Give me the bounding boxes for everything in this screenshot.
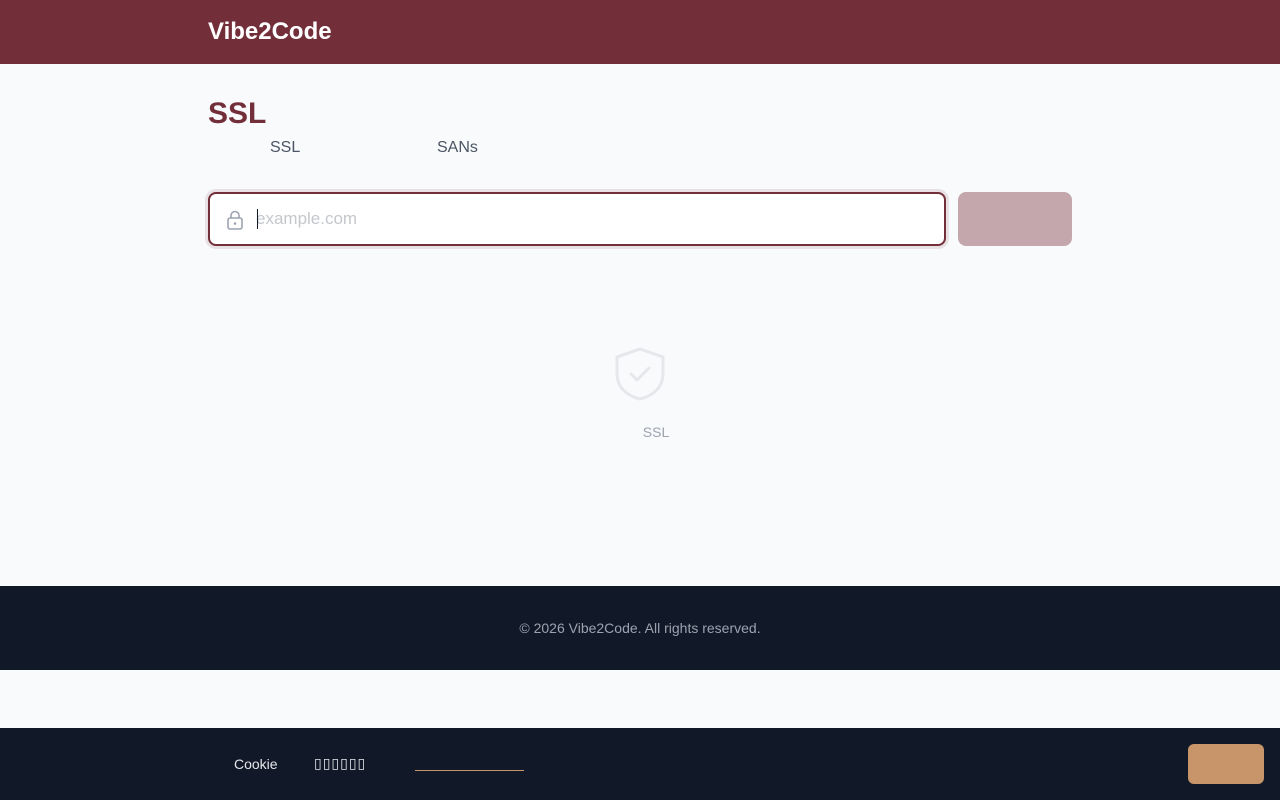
empty-state-label: SSL	[642, 424, 670, 440]
cookie-banner: Cookie ▯▯▯▯▯▯	[0, 728, 1280, 800]
page-subtitle-sans: SANs	[437, 139, 478, 156]
check-ssl-button[interactable]	[958, 192, 1072, 246]
copyright-text: © 2026 Vibe2Code. All rights reserved.	[519, 620, 761, 636]
cookie-label: Cookie	[234, 756, 278, 772]
site-header: Vibe2Code	[0, 0, 1280, 64]
cookie-policy-link[interactable]	[415, 754, 524, 771]
lock-icon	[226, 210, 244, 230]
domain-search-box[interactable]	[208, 192, 946, 246]
page-subtitle-ssl: SSL	[270, 139, 301, 156]
domain-input[interactable]	[256, 196, 926, 242]
site-footer: © 2026 Vibe2Code. All rights reserved.	[0, 586, 1280, 670]
page-title: SSL	[208, 97, 267, 130]
shield-check-icon	[612, 346, 668, 402]
cookie-accept-button[interactable]	[1188, 744, 1264, 784]
brand-logo-link[interactable]: Vibe2Code	[208, 17, 332, 47]
text-caret	[257, 209, 258, 229]
cookie-message: ▯▯▯▯▯▯	[314, 755, 367, 771]
